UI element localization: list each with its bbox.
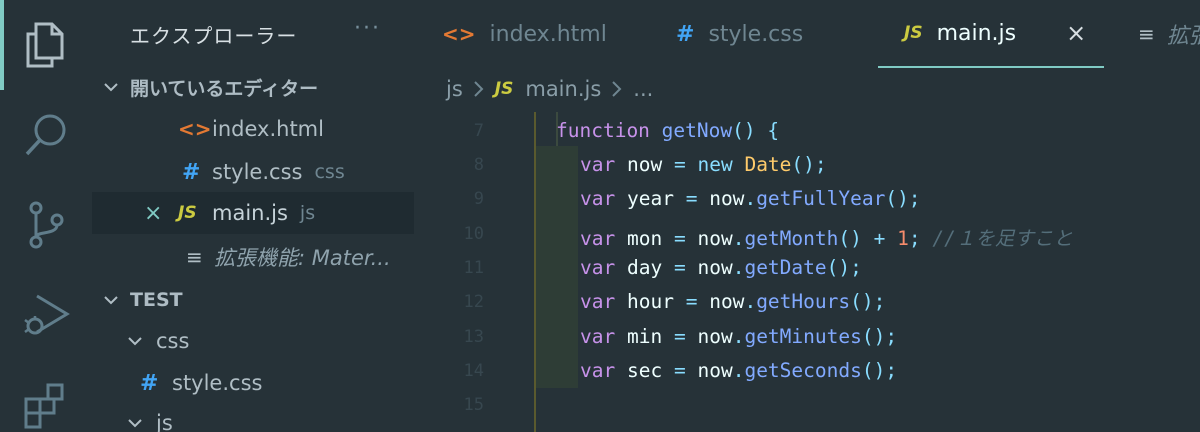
source-control-icon[interactable] (0, 180, 92, 270)
indent-guide-highlight (536, 146, 578, 388)
tab-style-css[interactable]: # style.css (676, 0, 803, 68)
breadcrumb-ellipsis[interactable]: ... (633, 77, 653, 101)
css-file-icon: # (140, 370, 159, 396)
open-editor-item[interactable]: <> index.html (92, 108, 414, 150)
line-number: 11 (463, 258, 484, 278)
more-actions-icon[interactable]: ··· (354, 16, 381, 41)
close-icon[interactable]: × (1066, 19, 1086, 47)
tab-label: index.html (489, 21, 607, 47)
file-folder-hint: js (299, 202, 316, 224)
line-number: 14 (463, 361, 484, 381)
js-file-icon: JS (494, 79, 514, 99)
code-line: var year = now.getFullYear(); (580, 187, 921, 210)
css-file-icon: # (182, 159, 201, 185)
editor-tabs: <> index.html # style.css JS main.js × ≡… (414, 0, 1200, 68)
tab-index-html[interactable]: <> index.html (442, 0, 607, 68)
html-file-icon: <> (442, 22, 476, 46)
line-number: 9 (473, 189, 484, 209)
file-folder-hint: css (314, 161, 345, 183)
chevron-right-icon (612, 81, 622, 97)
code-line: var day = now.getDate(); (580, 256, 862, 279)
folder-name: js (156, 411, 173, 432)
code-line: function getNow() { (556, 119, 780, 142)
file-name: main.js (212, 201, 288, 225)
code-line: var now = new Date(); (580, 153, 827, 176)
file-name: 拡張機能: Mater... (214, 246, 391, 270)
preview-icon: ≡ (1138, 22, 1155, 46)
folder-name: css (156, 329, 190, 353)
code-line: var sec = now.getSeconds(); (580, 359, 898, 382)
explorer-sidebar: エクスプローラー ··· 開いているエディター <> index.html # … (92, 0, 414, 432)
tab-label: main.js (936, 20, 1017, 46)
code-editor[interactable]: 7 8 9 10 11 12 13 14 15 function getNow(… (414, 112, 1200, 432)
line-number: 7 (473, 121, 484, 141)
preview-icon: ≡ (186, 245, 203, 269)
js-file-icon: JS (178, 203, 197, 223)
chevron-right-icon (474, 81, 484, 97)
line-number: 13 (463, 327, 484, 347)
file-item[interactable]: # style.css (92, 362, 414, 404)
sidebar-title: エクスプローラー (130, 24, 298, 48)
line-number: 8 (473, 155, 484, 175)
chevron-down-icon (104, 296, 118, 305)
breadcrumb-folder[interactable]: js (446, 77, 463, 101)
folder-item[interactable]: css (92, 320, 414, 362)
open-editor-item[interactable]: # style.css css (92, 151, 414, 193)
js-file-icon: JS (904, 23, 923, 43)
run-debug-icon[interactable] (0, 270, 92, 360)
open-editors-section[interactable]: 開いているエディター (92, 66, 414, 108)
open-editor-item[interactable]: ≡ 拡張機能: Mater... (92, 236, 414, 278)
tab-extension-preview[interactable]: ≡ 拡張 (1138, 0, 1200, 68)
code-line: var mon = now.getMonth() + 1; //１を足すこと (580, 227, 1073, 250)
breadcrumb-file[interactable]: main.js (525, 77, 601, 101)
line-number: 10 (463, 224, 484, 244)
breadcrumb: js JS main.js ... (446, 70, 653, 108)
extensions-icon[interactable] (0, 360, 92, 432)
chevron-down-icon (128, 337, 142, 346)
file-name: style.css (212, 160, 303, 184)
file-name: index.html (212, 117, 324, 141)
code-line: var min = now.getMinutes(); (580, 325, 898, 348)
tab-main-js[interactable]: JS main.js × (878, 0, 1104, 68)
code-line: var hour = now.getHours(); (580, 290, 886, 313)
line-number: 15 (463, 395, 484, 415)
section-label: 開いているエディター (130, 77, 319, 100)
close-icon[interactable]: × (144, 201, 178, 226)
tab-label: 拡張 (1166, 24, 1200, 49)
folder-item[interactable]: js (92, 402, 414, 432)
search-icon[interactable] (0, 90, 92, 180)
file-name: style.css (172, 371, 263, 395)
chevron-down-icon (128, 419, 142, 428)
section-label: TEST (130, 289, 183, 311)
tab-label: style.css (708, 21, 804, 47)
css-file-icon: # (676, 21, 695, 47)
activity-bar (0, 0, 92, 432)
html-file-icon: <> (178, 117, 212, 141)
line-number: 12 (463, 292, 484, 312)
workspace-section[interactable]: TEST (92, 279, 414, 321)
explorer-icon[interactable] (0, 0, 92, 90)
open-editor-item-active[interactable]: × JS main.js js (92, 192, 414, 234)
chevron-down-icon (104, 83, 118, 92)
